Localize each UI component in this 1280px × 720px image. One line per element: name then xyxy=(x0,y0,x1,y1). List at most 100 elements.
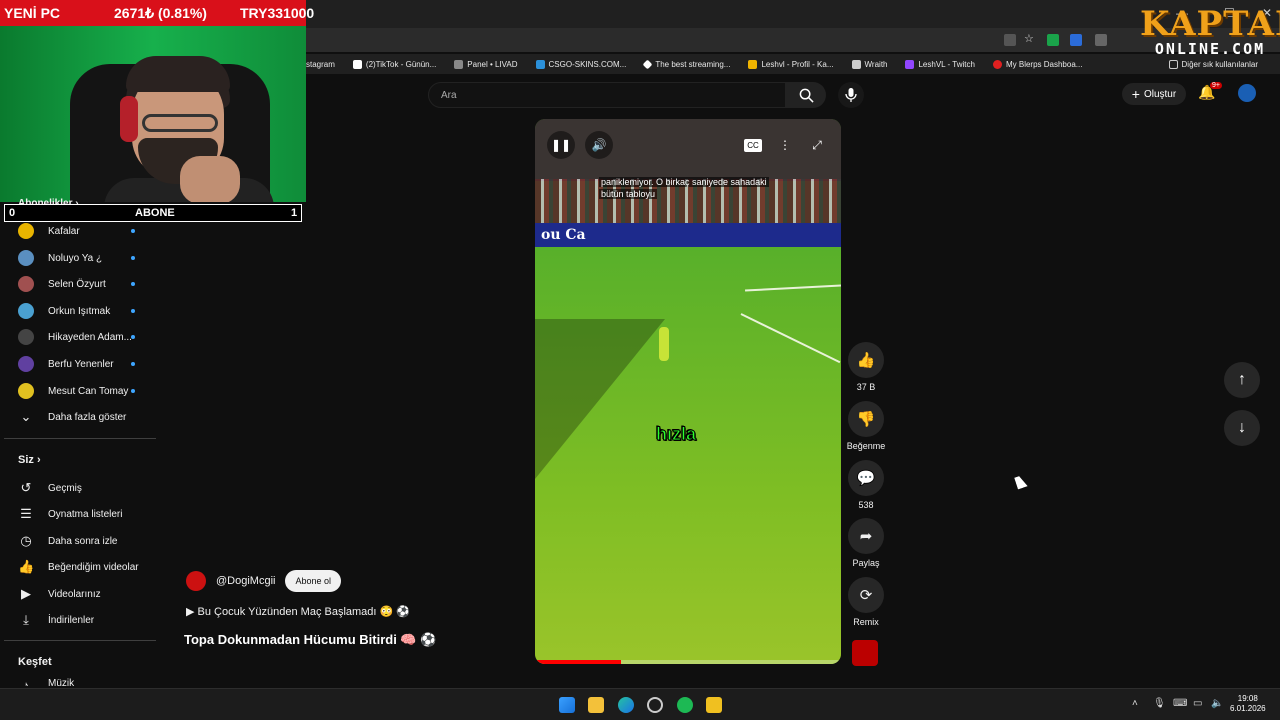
spotify-icon[interactable] xyxy=(677,697,693,713)
channel-avatar xyxy=(18,223,34,239)
new-content-dot xyxy=(131,229,135,233)
bookmark-item[interactable]: Panel • LIVAD xyxy=(454,59,518,69)
video-caption: paniklemiyor. O birkaç saniyede sahadaki… xyxy=(599,177,769,199)
bookmarks-bar: stagram (2)TikTok - Günün... Panel • LIV… xyxy=(306,54,1280,74)
fullscreen-button[interactable]: ⤢ xyxy=(803,131,831,159)
history-icon: ↺ xyxy=(20,480,32,495)
new-content-dot xyxy=(131,362,135,366)
taskbar: ˄ 🎙 ⌨ ▭ 🔈 19:08 6.01.2026 xyxy=(0,688,1280,720)
csgo-icon xyxy=(535,59,545,69)
video-title[interactable]: Topa Dokunmadan Hücumu Bitirdi 🧠 ⚽ xyxy=(184,632,436,648)
share-button[interactable]: ➦ Paylaş xyxy=(846,518,886,568)
music-icon: ♪ xyxy=(22,678,30,686)
previous-short-button[interactable]: ↑ xyxy=(1224,362,1260,398)
channel-handle[interactable]: @DogiMcgii xyxy=(216,575,275,587)
extension-icon[interactable] xyxy=(1047,34,1059,46)
video-progress-bar[interactable] xyxy=(535,660,841,664)
subscribe-button[interactable]: Abone ol xyxy=(285,570,341,592)
obs-icon[interactable] xyxy=(647,697,663,713)
mouse-cursor xyxy=(1014,474,1028,490)
sidebar-item-playlists[interactable]: ☰ Oynatma listeleri xyxy=(18,504,122,524)
bookmark-item[interactable]: stagram xyxy=(306,60,335,69)
edge-icon[interactable] xyxy=(618,697,634,713)
reader-icon[interactable] xyxy=(1004,34,1016,46)
channel-avatar xyxy=(18,329,34,345)
divider xyxy=(4,438,156,439)
donation-ticker: YENİ PC 2671₺ (0.81%) TRY331000 xyxy=(0,0,314,26)
tray-chevron-icon[interactable]: ˄ xyxy=(1132,698,1138,709)
new-content-dot xyxy=(131,389,135,393)
mic-tray-icon[interactable]: 🎙 xyxy=(1153,698,1166,709)
dislike-button[interactable]: 👎 Beğenme xyxy=(846,401,886,451)
system-clock[interactable]: 19:08 6.01.2026 xyxy=(1230,694,1266,714)
new-content-dot xyxy=(131,282,135,286)
favorite-star-icon[interactable]: ☆ xyxy=(1024,32,1036,45)
playlist-link[interactable]: ▶ Bu Çocuk Yüzünden Maç Başlamadı 😳 ⚽ xyxy=(186,605,410,618)
bookmark-item[interactable]: (2)TikTok - Günün... xyxy=(352,59,436,69)
channel-thumbnail[interactable] xyxy=(852,640,878,666)
address-bar[interactable] xyxy=(306,28,1280,52)
you-section-title[interactable]: Siz › xyxy=(18,454,41,466)
windows-start-icon[interactable] xyxy=(559,697,575,713)
blerp-icon xyxy=(992,59,1002,69)
sidebar-item-downloads[interactable]: ⤓ İndirilenler xyxy=(18,610,94,630)
captions-button[interactable]: CC xyxy=(739,131,767,159)
wraith-icon xyxy=(851,59,861,69)
more-vert-icon: ⋮ xyxy=(779,138,791,152)
comments-button[interactable]: 💬 538 xyxy=(846,460,886,510)
voice-search-button[interactable] xyxy=(838,82,864,108)
arrow-up-icon: ↑ xyxy=(1238,371,1246,388)
diamond-icon xyxy=(642,59,653,69)
create-button[interactable]: + Oluştur xyxy=(1122,83,1186,105)
sidebar-channel[interactable]: Mesut Can Tomay xyxy=(18,381,128,401)
like-button[interactable]: 👍 37 B xyxy=(846,342,886,392)
pause-button[interactable]: ❚❚ xyxy=(547,131,575,159)
explore-title: Keşfet xyxy=(18,656,52,668)
speaker-icon[interactable]: 🔈 xyxy=(1211,698,1223,709)
sidebar-channel[interactable]: Hikayeden Adam... xyxy=(18,327,132,347)
display-icon[interactable]: ▭ xyxy=(1193,698,1202,709)
liked-icon: 👍 xyxy=(18,559,35,574)
sidebar-item-watch-later[interactable]: ◷ Daha sonra izle xyxy=(18,531,117,551)
search-button[interactable] xyxy=(786,82,826,108)
arrow-down-icon: ↓ xyxy=(1238,419,1246,436)
video-overlay-text: hızla xyxy=(655,424,697,445)
bookmark-item[interactable]: Leshvl - Profil - Ka... xyxy=(748,59,834,69)
bookmark-item[interactable]: The best streaming... xyxy=(642,59,730,69)
bookmark-item[interactable]: Wraith xyxy=(851,59,887,69)
channel-avatar xyxy=(18,250,34,266)
thumbs-down-icon: 👎 xyxy=(848,401,884,437)
bookmark-item[interactable]: CSGO-SKINS.COM... xyxy=(535,59,626,69)
sidebar-channel[interactable]: Berfu Yenenler xyxy=(18,354,114,374)
sidebar-channel[interactable]: Selen Özyurt xyxy=(18,274,106,294)
bookmark-item[interactable]: My Blerps Dashboa... xyxy=(992,59,1082,69)
sidebar-channel[interactable]: Orkun Işıtmak xyxy=(18,301,110,321)
sidebar-item-history[interactable]: ↺ Geçmiş xyxy=(18,478,82,498)
extension-icon[interactable] xyxy=(1070,34,1082,46)
keyboard-icon[interactable]: ⌨ xyxy=(1173,698,1187,709)
sub-goal-label: ABONE xyxy=(135,207,175,219)
fullscreen-icon: ⤢ xyxy=(812,137,822,152)
file-explorer-icon[interactable] xyxy=(588,697,604,713)
remix-button[interactable]: ⟳ Remix xyxy=(846,577,886,627)
shorts-video-player[interactable]: ou Ca xyxy=(535,119,841,664)
app-icon[interactable] xyxy=(706,697,722,713)
channel-avatar[interactable] xyxy=(186,571,206,591)
account-avatar[interactable] xyxy=(1238,84,1256,102)
show-more-button[interactable]: ⌄ Daha fazla göster xyxy=(18,407,127,427)
volume-button[interactable]: 🔊 xyxy=(585,131,613,159)
stream-logo: KAPTAN ONLINE.COM xyxy=(1140,4,1280,58)
sidebar-channel[interactable]: Noluyo Ya ¿ xyxy=(18,248,102,268)
more-options-button[interactable]: ⋮ xyxy=(771,131,799,159)
sub-goal-target: 1 xyxy=(291,207,298,219)
notifications-button[interactable]: 🔔 9+ xyxy=(1198,82,1222,104)
sidebar-channel[interactable]: Kafalar xyxy=(18,221,80,241)
next-short-button[interactable]: ↓ xyxy=(1224,410,1260,446)
search-input[interactable]: Ara xyxy=(428,82,786,108)
extension-icon[interactable] xyxy=(1095,34,1107,46)
sidebar-item-music[interactable]: ♪ Müzik xyxy=(18,678,74,686)
other-bookmarks[interactable]: Diğer sık kullanılanlar xyxy=(1168,59,1258,69)
bookmark-item[interactable]: LeshVL - Twitch xyxy=(905,59,975,69)
sidebar-item-your-videos[interactable]: ▶ Videolarınız xyxy=(18,584,101,604)
sidebar-item-liked[interactable]: 👍 Beğendiğim videolar xyxy=(18,557,139,577)
